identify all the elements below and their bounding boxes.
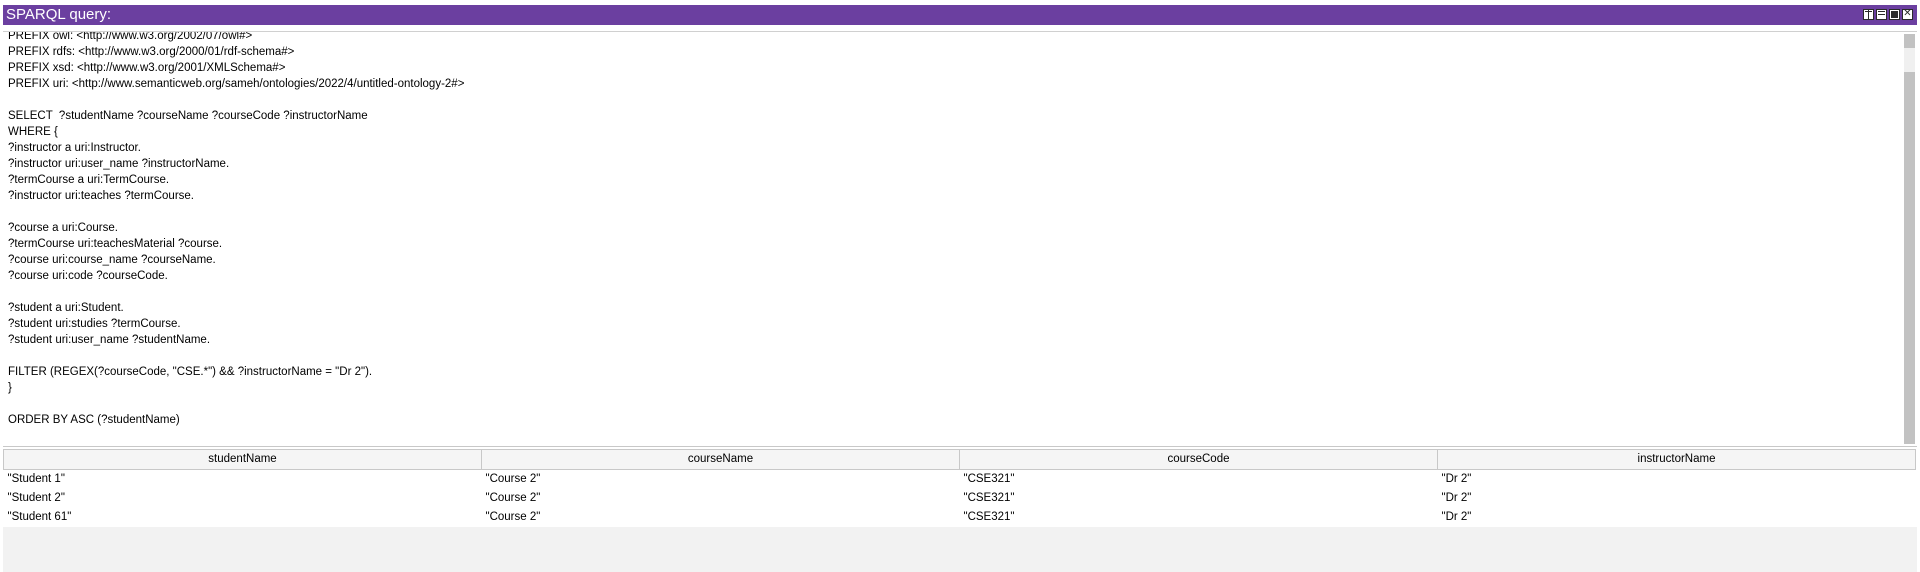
results-empty-area [3,527,1917,572]
column-header-courseCode[interactable]: courseCode [959,449,1438,470]
table-cell: "CSE321" [963,492,1015,504]
close-icon[interactable] [1902,6,1913,22]
sparql-query-panel: SPARQL query: PREFIX owl: <http://www.w3… [0,0,1920,572]
table-row[interactable]: "Student 61" "Course 2" "CSE321" "Dr 2" [4,508,1916,527]
vertical-scrollbar[interactable] [1904,34,1915,444]
table-cell: "Dr 2" [1441,473,1472,485]
minimize-icon[interactable] [1876,9,1887,20]
query-text[interactable]: PREFIX owl: <http://www.w3.org/2002/07/o… [8,32,464,428]
table-cell: "CSE321" [963,511,1015,523]
scrollbar-thumb[interactable] [1904,72,1915,444]
column-header-courseName[interactable]: courseName [481,449,960,470]
table-cell: "Dr 2" [1441,492,1472,504]
table-row[interactable]: "Student 2" "Course 2" "CSE321" "Dr 2" [4,489,1916,508]
results-table-container: studentName courseName courseCode instru… [3,449,1917,527]
scrollbar-top[interactable] [1904,34,1915,48]
table-cell: "CSE321" [963,473,1015,485]
table-row[interactable]: "Student 1" "Course 2" "CSE321" "Dr 2" [4,470,1916,490]
panel-title: SPARQL query: [6,6,112,23]
column-header-instructorName[interactable]: instructorName [1437,449,1916,470]
tile-icon[interactable] [1863,9,1874,20]
panel-title-bar: SPARQL query: [3,5,1917,25]
table-cell: "Course 2" [485,492,541,504]
results-table: studentName courseName courseCode instru… [3,449,1916,527]
table-cell: "Dr 2" [1441,511,1472,523]
table-cell: "Course 2" [485,473,541,485]
query-editor[interactable]: PREFIX owl: <http://www.w3.org/2002/07/o… [3,31,1917,447]
maximize-icon[interactable] [1889,9,1900,20]
window-buttons [1863,6,1913,22]
table-header-row: studentName courseName courseCode instru… [3,449,1916,470]
table-cell: "Student 2" [7,492,65,504]
table-cell: "Student 1" [7,473,65,485]
column-header-studentName[interactable]: studentName [3,449,482,470]
table-cell: "Course 2" [485,511,541,523]
table-cell: "Student 61" [7,511,72,523]
